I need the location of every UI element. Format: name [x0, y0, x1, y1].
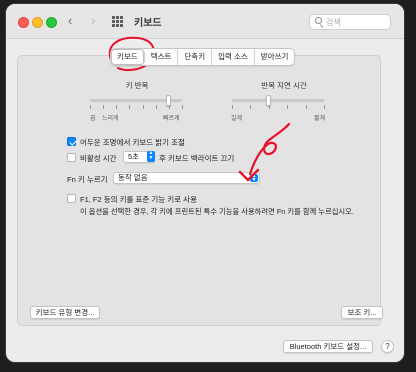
- function-keys-label: F1, F2 등의 키를 표준 기능 키로 사용: [80, 195, 197, 204]
- backlight-off-suffix: 후 키보드 백라이트 끄기: [159, 154, 235, 163]
- backlight-off-prefix: 비활성 시간: [80, 154, 117, 163]
- zoom-button[interactable]: [46, 17, 57, 28]
- key-repeat-slider-thumb[interactable]: [165, 95, 171, 106]
- repeat-delay-tick: [232, 105, 233, 109]
- backlight-off-checkbox[interactable]: [67, 153, 76, 162]
- tab-keyboard[interactable]: 키보드: [111, 49, 145, 65]
- show-all-grid-icon[interactable]: [112, 16, 123, 27]
- key-repeat-tick: [182, 105, 183, 109]
- search-input[interactable]: [326, 16, 388, 28]
- tab-input-sources[interactable]: 입력 소스: [212, 49, 255, 65]
- title-bar: ‹ › 키보드: [6, 4, 404, 39]
- tab-text[interactable]: 텍스트: [145, 49, 179, 65]
- window-title: 키보드: [134, 18, 162, 29]
- key-repeat-tick: [103, 105, 105, 109]
- key-repeat-min-label: 끔: [90, 116, 96, 122]
- repeat-delay-tick: [305, 105, 307, 109]
- function-keys-description: 이 옵션을 선택한 경우, 각 키에 프린트된 특수 기능을 사용하려면 Fn …: [80, 207, 354, 216]
- backlight-timeout-stepper[interactable]: ▲ ▼: [147, 151, 155, 162]
- key-repeat-tick: [155, 105, 157, 109]
- modifier-keys-button[interactable]: 보조 키...: [341, 306, 383, 319]
- key-repeat-tick: [142, 105, 144, 109]
- tab-dictation[interactable]: 받아쓰기: [255, 49, 295, 65]
- repeat-delay-slider-thumb[interactable]: [266, 95, 272, 106]
- key-repeat-tick: [129, 105, 131, 109]
- repeat-delay-slider[interactable]: [232, 99, 324, 102]
- key-repeat-slow-label: 느리게: [102, 116, 119, 122]
- chevron-right-icon[interactable]: ›: [91, 13, 95, 29]
- fn-key-label: Fn 키 누르기: [67, 175, 108, 184]
- close-button[interactable]: [18, 17, 29, 28]
- chevron-left-icon[interactable]: ‹: [68, 13, 72, 29]
- repeat-delay-tick: [250, 105, 252, 109]
- key-repeat-tick: [90, 105, 91, 109]
- search-field[interactable]: [309, 14, 391, 30]
- change-keyboard-type-button[interactable]: 키보드 유형 변경...: [30, 306, 100, 319]
- fn-key-value: 동작 없음: [118, 173, 148, 182]
- help-button[interactable]: ?: [381, 340, 394, 353]
- key-repeat-fast-label: 빠르게: [163, 116, 180, 122]
- repeat-delay-label: 반복 지연 시간: [261, 81, 307, 90]
- tab-bar: 키보드 텍스트 단축키 입력 소스 받아쓰기: [110, 48, 296, 66]
- content-panel: [17, 55, 381, 326]
- adjust-brightness-checkbox[interactable]: [67, 137, 76, 146]
- key-repeat-label: 키 반복: [125, 81, 149, 90]
- repeat-delay-long-label: 길게: [231, 116, 243, 122]
- function-keys-checkbox[interactable]: [67, 194, 76, 203]
- repeat-delay-tick: [287, 105, 289, 109]
- minimize-button[interactable]: [32, 17, 43, 28]
- bluetooth-keyboard-setup-button[interactable]: Bluetooth 키보드 설정...: [283, 340, 373, 353]
- chevron-up-down-icon: ▲ ▼: [250, 173, 258, 183]
- repeat-delay-short-label: 짧게: [314, 116, 326, 122]
- key-repeat-tick: [116, 105, 118, 109]
- tab-shortcuts[interactable]: 단축키: [178, 49, 213, 65]
- fn-key-popup[interactable]: 동작 없음 ▲ ▼: [113, 172, 260, 184]
- repeat-delay-tick: [324, 105, 325, 109]
- search-icon: [315, 17, 322, 24]
- adjust-brightness-label: 어두운 조명에서 키보드 밝기 조절: [80, 138, 185, 147]
- backlight-timeout-value: 5초: [128, 152, 140, 161]
